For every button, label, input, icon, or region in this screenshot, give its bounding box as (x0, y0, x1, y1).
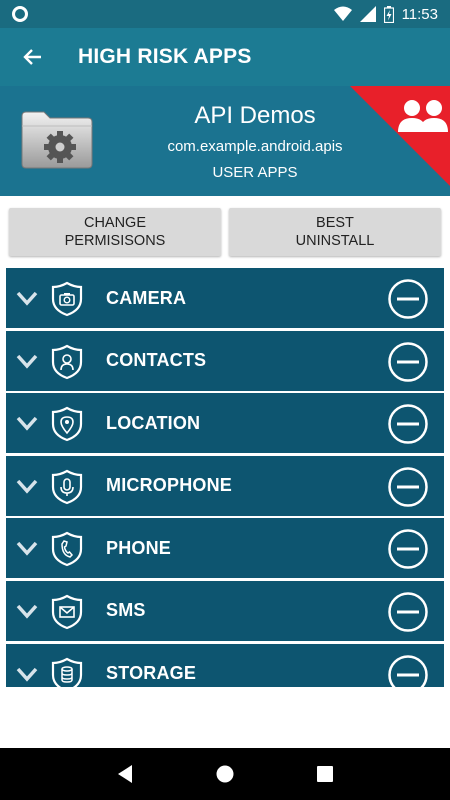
back-button[interactable] (0, 28, 64, 86)
screen: 11:53 HIGH RISK APPS API Demos com.examp… (0, 0, 450, 800)
permission-row-location[interactable]: LOCATION (6, 393, 444, 454)
contacts-icon (51, 344, 83, 379)
notification-ring-icon (12, 6, 28, 22)
permission-row-camera[interactable]: CAMERA (6, 268, 444, 328)
permission-label: LOCATION (106, 412, 201, 433)
app-package: com.example.android.apis (167, 138, 343, 155)
change-permissions-button[interactable]: CHANGE PERMISISONS (9, 208, 221, 256)
storage-icon (51, 657, 83, 687)
nav-back-icon[interactable] (116, 764, 134, 784)
chevron-down-icon[interactable] (16, 475, 38, 497)
camera-icon (51, 281, 83, 317)
chevron-down-icon[interactable] (16, 350, 38, 372)
app-type: USER APPS (212, 164, 298, 181)
permission-row-sms[interactable]: SMS (6, 580, 444, 641)
microphone-icon (51, 469, 83, 504)
permission-label: STORAGE (106, 663, 197, 684)
remove-permission-button[interactable] (388, 654, 428, 687)
wifi-icon (333, 6, 352, 21)
phone-icon (51, 532, 83, 567)
permission-row-storage[interactable]: STORAGE (6, 643, 444, 687)
permission-row-phone[interactable]: PHONE (6, 518, 444, 579)
chevron-down-icon[interactable] (16, 287, 38, 309)
remove-permission-button[interactable] (388, 592, 428, 632)
toolbar: HIGH RISK APPS (0, 28, 450, 86)
permission-row-microphone[interactable]: MICROPHONE (6, 455, 444, 516)
remove-permission-button[interactable] (388, 529, 428, 570)
app-name: API Demos (194, 102, 316, 129)
remove-permission-button[interactable] (388, 467, 428, 507)
permission-label: SMS (106, 600, 146, 621)
nav-recents-icon[interactable] (316, 765, 334, 783)
permission-list: CAMERA CONTACTS LOCATION MICROPHONE PHON… (6, 268, 444, 687)
signal-icon (359, 6, 376, 22)
permission-label: MICROPHONE (106, 475, 233, 496)
settings-folder-icon (21, 111, 93, 169)
remove-permission-button[interactable] (388, 341, 428, 382)
chevron-down-icon[interactable] (16, 663, 38, 685)
chevron-down-icon[interactable] (16, 537, 38, 559)
nav-home-icon[interactable] (215, 764, 235, 784)
status-time: 11:53 (401, 5, 438, 23)
app-header: API Demos com.example.android.apis USER … (0, 86, 450, 196)
permission-label: PHONE (106, 537, 172, 558)
page-title: HIGH RISK APPS (78, 45, 252, 68)
remove-permission-button[interactable] (388, 404, 428, 444)
remove-permission-button[interactable] (388, 279, 428, 319)
battery-charging-icon (383, 5, 394, 23)
permission-label: CONTACTS (106, 350, 207, 371)
permission-row-contacts[interactable]: CONTACTS (6, 330, 444, 391)
status-bar: 11:53 (0, 0, 450, 28)
navigation-bar (0, 748, 450, 800)
arrow-back-icon (23, 49, 41, 65)
chevron-down-icon[interactable] (16, 600, 38, 622)
chevron-down-icon[interactable] (16, 412, 38, 434)
sms-icon (51, 594, 83, 630)
user-group-risk-icon (350, 86, 450, 186)
action-buttons: CHANGE PERMISISONS BEST UNINSTALL (0, 196, 450, 268)
best-uninstall-button[interactable]: BEST UNINSTALL (229, 208, 441, 256)
location-icon (51, 406, 83, 442)
permission-label: CAMERA (106, 287, 187, 308)
